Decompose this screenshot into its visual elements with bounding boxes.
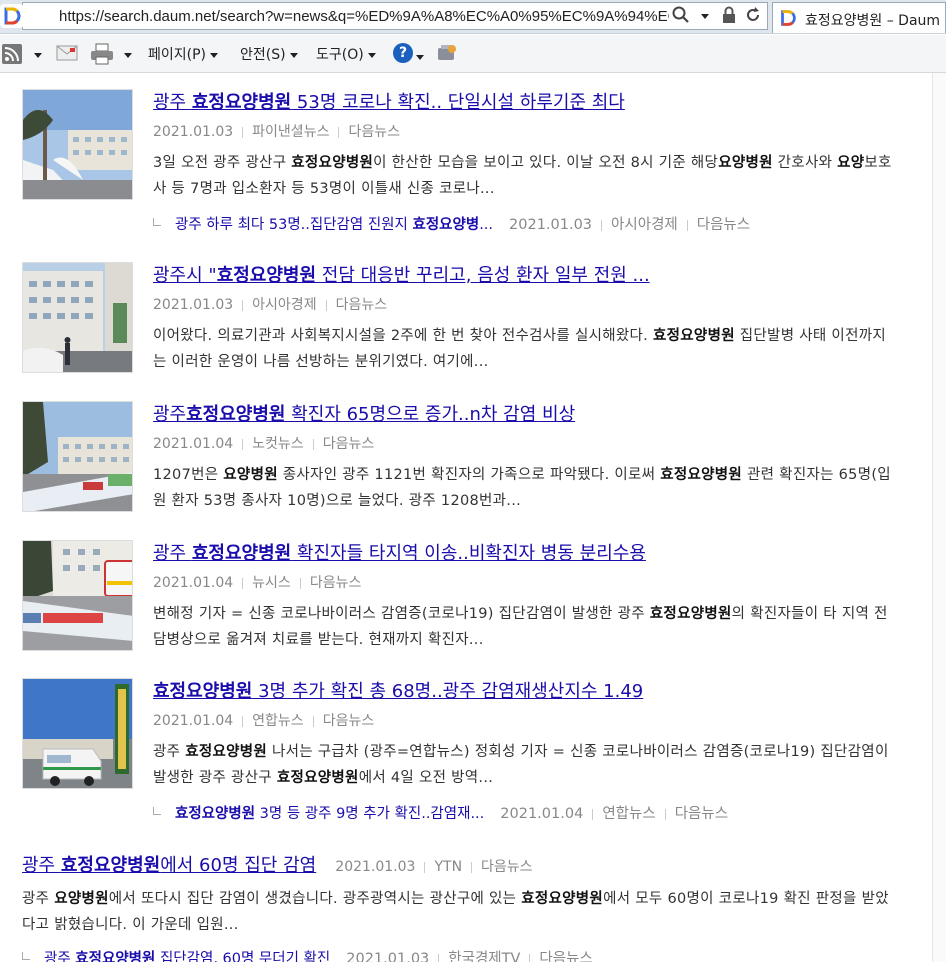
news-date: 2021.01.04 [153,713,234,729]
news-date: 2021.01.03 [153,124,234,140]
menu-page[interactable]: 페이지(P) [148,44,219,64]
news-snippet: 3일 오전 광주 광산구 효정요양병원이 한산한 모습을 보이고 있다. 이날 … [153,155,892,197]
related-news: 광주 하루 최다 53명..집단감염 진원지 효정요양병... 2021.01.0… [153,213,750,234]
news-via[interactable]: 다음뉴스 [336,297,388,313]
news-source[interactable]: 파이낸셜뉴스 [252,124,329,140]
command-bar: 페이지(P) 안전(S) 도구(O) ? [0,35,946,73]
print-icon[interactable] [90,43,114,69]
search-icon[interactable] [671,6,691,26]
related-title-link[interactable]: 광주 하루 최다 53명..집단감염 진원지 효정요양병... [175,217,493,233]
news-title-link[interactable]: 효정요양병원 3명 추가 확진 총 68명..광주 감염재생산지수 1.49 [153,677,643,703]
browser-tab[interactable]: 효정요양병원 – Daum [772,2,946,33]
mail-icon[interactable] [56,44,78,66]
news-thumbnail[interactable] [22,540,133,651]
news-meta: 2021.01.04 노컷뉴스 다음뉴스 [153,433,374,453]
news-via[interactable]: 다음뉴스 [323,713,375,729]
news-thumbnail[interactable] [22,262,133,373]
news-snippet: 변해정 기자 = 신종 코로나바이러스 감염증(코로나19) 집단감염이 발생한… [153,606,888,648]
news-snippet: 이어왔다. 의료기관과 사회복지시설을 2주에 한 번 찾아 전수검사를 실시해… [153,328,886,370]
news-via[interactable]: 다음뉴스 [323,436,375,452]
news-date: 2021.01.04 [153,436,234,452]
news-via[interactable]: 다음뉴스 [310,575,362,591]
news-source[interactable]: YTN [434,859,462,875]
news-via[interactable]: 다음뉴스 [481,859,533,875]
news-source[interactable]: 아시아경제 [252,297,316,313]
news-source[interactable]: 노컷뉴스 [252,436,304,452]
news-date: 2021.01.03 [335,859,416,875]
news-meta: 2021.01.04 뉴시스 다음뉴스 [153,572,361,592]
news-meta: 2021.01.04 연합뉴스 다음뉴스 [153,710,374,730]
menu-safety[interactable]: 안전(S) [240,44,298,64]
related-title-link[interactable]: 광주 효정요양병원 집단감염, 60명 무더기 확진 [44,951,330,962]
news-title-link[interactable]: 광주 효정요양병원 53명 코로나 확진.. 단일시설 하루기준 최다 [153,88,625,114]
help-icon[interactable]: ? [393,43,413,63]
related-news: 효정요양병원 3명 등 광주 9명 추가 확진..감염재... 2021.01.0… [153,802,728,823]
refresh-icon[interactable] [743,6,763,26]
news-title-link[interactable]: 광주효정요양병원 확진자 65명으로 증가..n차 감염 비상 [153,400,575,426]
news-thumbnail[interactable] [22,401,133,512]
related-news: 광주 효정요양병원 집단감염, 60명 무더기 확진 2021.01.03 한국경제… [22,947,593,962]
related-title-link[interactable]: 효정요양병원 3명 등 광주 9명 추가 확진..감염재... [175,806,484,822]
daum-logo-icon [0,4,24,28]
news-title-link[interactable]: 광주 효정요양병원 확진자들 타지역 이송..비확진자 병동 분리수용 [153,539,646,565]
news-meta: 2021.01.03 YTN 다음뉴스 [335,859,532,875]
news-meta: 2021.01.03 아시아경제 다음뉴스 [153,294,387,314]
chevron-down-icon[interactable] [695,6,715,26]
lock-icon[interactable] [719,6,739,26]
menu-tools[interactable]: 도구(O) [316,44,376,64]
rss-feed-icon[interactable] [2,44,22,68]
scrollbar[interactable] [932,73,946,962]
news-thumbnail[interactable] [22,89,133,200]
news-date: 2021.01.04 [153,575,234,591]
print-dropdown-icon[interactable] [124,45,132,64]
url-text[interactable]: https://search.daum.net/search?w=news&q=… [59,8,669,25]
help-dropdown-icon[interactable] [416,47,424,66]
news-header-inline: 광주 효정요양병원에서 60명 집단 감염 2021.01.03 YTN 다음뉴스 [22,851,533,877]
news-via[interactable]: 다음뉴스 [348,124,400,140]
rss-dropdown-icon[interactable] [34,45,42,64]
news-date: 2021.01.03 [153,297,234,313]
news-title-link[interactable]: 광주시 "효정요양병원 전담 대응반 꾸리고, 음성 환자 일부 전원 ... [153,261,650,287]
news-source[interactable]: 연합뉴스 [252,713,304,729]
tab-favicon-icon [777,7,799,29]
tab-title: 효정요양병원 – Daum [805,13,941,29]
news-source[interactable]: 뉴시스 [252,575,291,591]
news-snippet: 광주 요양병원에서 또다시 집단 감염이 생겼습니다. 광주광역시는 광산구에 … [22,891,889,933]
news-snippet: 1207번은 요양병원 종사자인 광주 1121번 확진자의 가족으로 파악됐다… [153,467,891,509]
news-thumbnail[interactable] [22,678,133,789]
research-icon[interactable] [436,42,458,68]
address-bar-row: https://search.daum.net/search?w=news&q=… [0,0,946,34]
news-meta: 2021.01.03 파이낸셜뉴스 다음뉴스 [153,121,400,141]
news-title-link[interactable]: 광주 효정요양병원에서 60명 집단 감염 [22,855,316,876]
news-snippet: 광주 효정요양병원 나서는 구급차 (광주=연합뉴스) 정회성 기자 = 신종 … [153,744,889,786]
address-bar[interactable]: https://search.daum.net/search?w=news&q=… [22,2,768,30]
